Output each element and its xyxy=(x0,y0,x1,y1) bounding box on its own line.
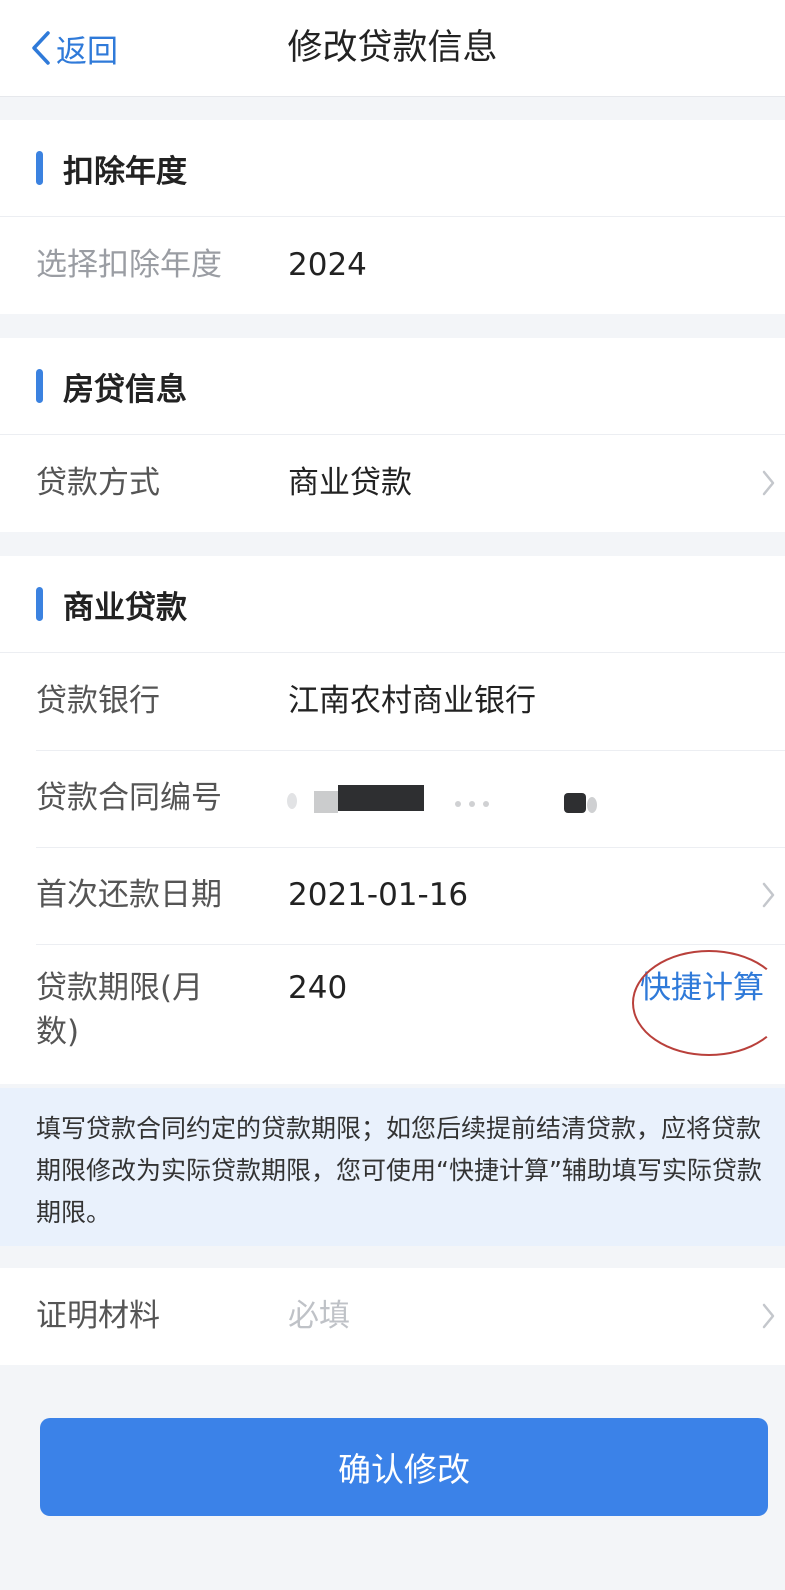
redacted-contract-number xyxy=(280,750,620,847)
deduction-year-row[interactable]: 选择扣除年度 2024 xyxy=(0,217,785,314)
contract-number-row[interactable]: 贷款合同编号 xyxy=(0,750,785,847)
commercial-loan-section: 商业贷款 贷款银行 江南农村商业银行 贷款合同编号 首次还款日期 2021-01… xyxy=(0,556,785,1084)
page-title: 修改贷款信息 xyxy=(287,28,498,68)
deduction-year-section: 扣除年度 选择扣除年度 2024 xyxy=(0,120,785,314)
section-header: 商业贷款 xyxy=(0,556,785,653)
section-title: 商业贷款 xyxy=(63,589,187,626)
chevron-right-icon xyxy=(762,882,775,908)
loan-term-notice: 填写贷款合同约定的贷款期限；如您后续提前结清贷款，应将贷款期限修改为实际贷款期限… xyxy=(0,1088,785,1246)
loan-type-row[interactable]: 贷款方式 商业贷款 xyxy=(0,435,785,532)
proof-label: 证明材料 xyxy=(36,1298,160,1334)
deduction-year-label: 选择扣除年度 xyxy=(36,247,222,283)
deduction-year-value: 2024 xyxy=(288,247,367,283)
bank-value: 江南农村商业银行 xyxy=(288,683,536,719)
loan-type-value: 商业贷款 xyxy=(288,465,412,501)
section-header: 房贷信息 xyxy=(0,338,785,435)
first-payment-value: 2021-01-16 xyxy=(288,877,469,913)
first-payment-label: 首次还款日期 xyxy=(36,877,222,913)
nav-bar: 返回 修改贷款信息 xyxy=(0,0,785,97)
redaction-mark xyxy=(287,784,597,813)
section-title: 房贷信息 xyxy=(63,371,187,408)
loan-term-label: 贷款期限(月数) xyxy=(36,970,204,1050)
section-accent-bar xyxy=(36,587,43,621)
section-accent-bar xyxy=(36,151,43,185)
section-header: 扣除年度 xyxy=(0,120,785,217)
quick-calc-link[interactable]: 快捷计算 xyxy=(640,966,764,1010)
loan-term-row[interactable]: 贷款期限(月数) 240 快捷计算 xyxy=(0,944,785,1084)
section-accent-bar xyxy=(36,369,43,403)
loan-term-value: 240 xyxy=(288,970,348,1006)
mortgage-info-section: 房贷信息 贷款方式 商业贷款 xyxy=(0,338,785,532)
chevron-right-icon xyxy=(762,470,775,496)
section-title: 扣除年度 xyxy=(63,153,187,190)
first-payment-row[interactable]: 首次还款日期 2021-01-16 xyxy=(0,847,785,944)
proof-section: 证明材料 必填 xyxy=(0,1268,785,1365)
chevron-right-icon xyxy=(762,1303,775,1329)
contract-number-label: 贷款合同编号 xyxy=(36,780,222,816)
bank-row[interactable]: 贷款银行 江南农村商业银行 xyxy=(0,653,785,750)
bank-label: 贷款银行 xyxy=(36,683,160,719)
confirm-button[interactable]: 确认修改 xyxy=(40,1418,768,1516)
proof-row[interactable]: 证明材料 必填 xyxy=(0,1268,785,1365)
loan-type-label: 贷款方式 xyxy=(36,465,160,501)
proof-placeholder: 必填 xyxy=(288,1298,350,1334)
